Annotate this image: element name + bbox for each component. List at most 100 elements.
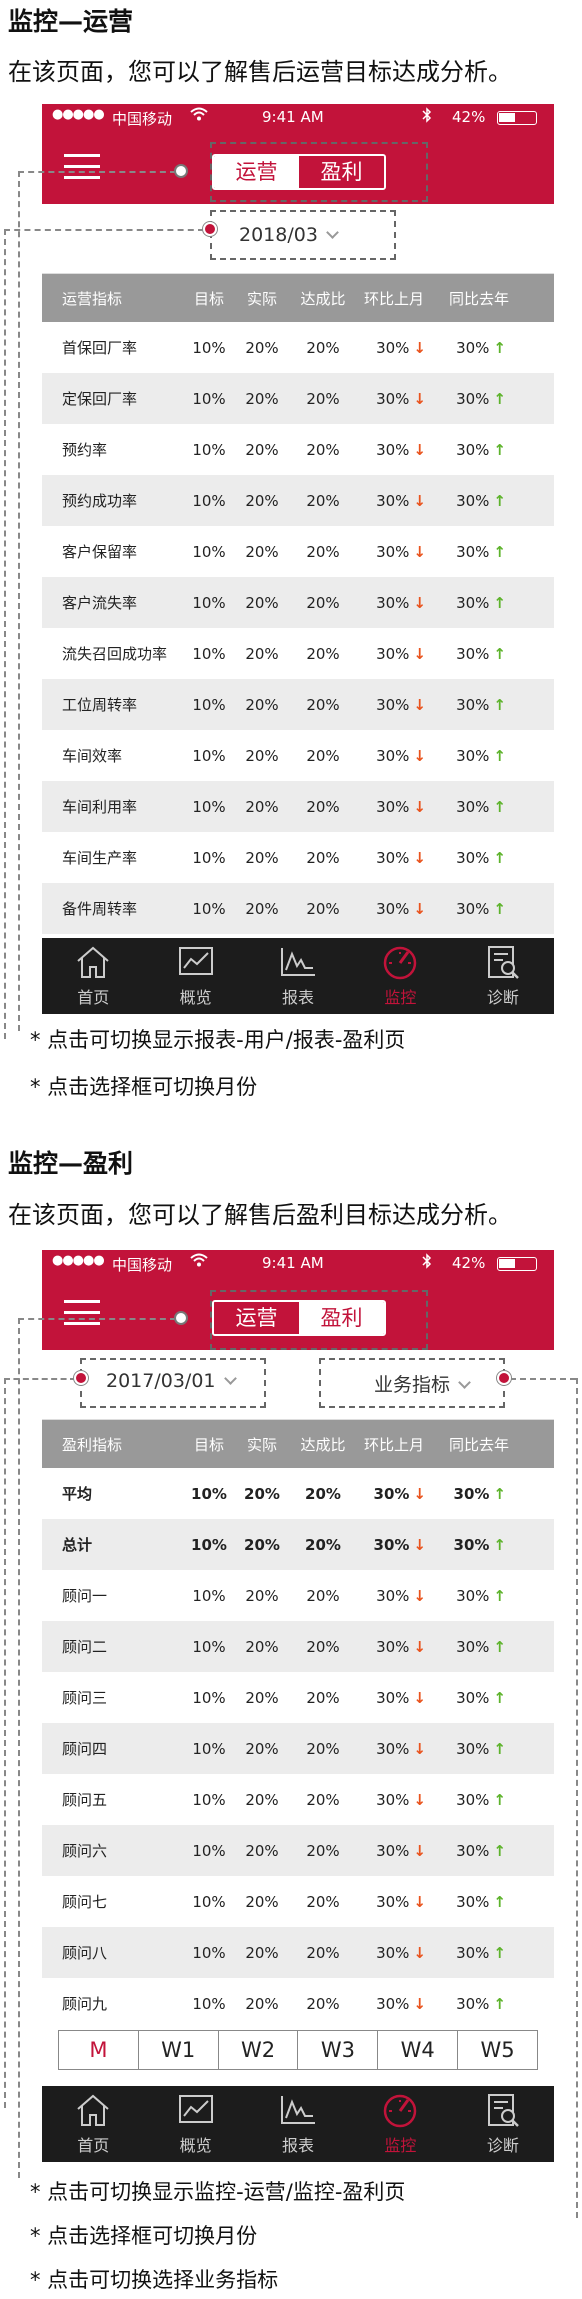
header-cell: 运营指标 [62, 289, 123, 308]
tab-report[interactable]: 报表 [247, 2086, 349, 2162]
yoy-cell: 30% ↑ [430, 1587, 528, 1605]
actual-cell: 20% [245, 695, 279, 714]
tab-chart[interactable]: 概览 [144, 2086, 246, 2162]
ratio-cell: 20% [306, 389, 340, 408]
ratio-cell: 20% [306, 1790, 340, 1809]
row-name: 总计 [62, 1536, 93, 1554]
arrow-up-icon: ↑ [493, 1994, 506, 2013]
tab-diagnosis[interactable]: 诊断 [452, 2086, 554, 2162]
carrier-label: 中国移动 [112, 1256, 173, 1274]
target-cell: 10% [192, 1637, 226, 1656]
mom-value: 30% [376, 1994, 410, 2013]
mom-value: 30% [376, 440, 410, 459]
row-name: 顾问二 [62, 1638, 108, 1656]
week-option[interactable]: W1 [139, 2031, 219, 2069]
callout-box-segment [210, 1290, 428, 1350]
yoy-value: 30% [456, 695, 490, 714]
week-option[interactable]: W2 [219, 2031, 299, 2069]
header-cell: 盈利指标 [62, 1435, 123, 1454]
yoy-value: 30% [456, 1688, 490, 1707]
mom-value: 30% [376, 1586, 410, 1605]
ratio-cell: 20% [306, 491, 340, 510]
table-row: 工位周转率 10% 20% 20% 30% ↓ 30% ↑ [42, 679, 554, 730]
week-option[interactable]: W4 [378, 2031, 459, 2069]
header-cell: 达成比 [300, 289, 346, 308]
tab-label: 概览 [179, 988, 212, 1007]
week-option[interactable]: W3 [298, 2031, 379, 2069]
week-selector: M W1 W2 W3 W4 W5 [58, 2030, 538, 2070]
callout-line [18, 1318, 20, 2178]
note: * 点击选择框可切换月份 [30, 1075, 258, 1099]
arrow-up-icon: ↑ [493, 389, 506, 408]
week-option[interactable]: M [59, 2031, 139, 2069]
yoy-value: 30% [456, 797, 490, 816]
target-cell: 10% [192, 542, 226, 561]
mom-cell: 30% ↓ [358, 1842, 430, 1860]
tab-home[interactable]: 首页 [42, 2086, 144, 2162]
tab-home[interactable]: 首页 [42, 938, 144, 1014]
ratio-cell: 20% [306, 1841, 340, 1860]
yoy-value: 30% [456, 491, 490, 510]
actual-cell: 20% [245, 746, 279, 765]
tab-diagnosis[interactable]: 诊断 [452, 938, 554, 1014]
mom-value: 30% [376, 1688, 410, 1707]
target-cell: 10% [192, 440, 226, 459]
battery-icon [497, 111, 537, 125]
header-cell: 环比上月 [363, 1435, 424, 1454]
row-name: 车间利用率 [62, 798, 138, 816]
menu-icon[interactable] [64, 154, 100, 180]
ratio-cell: 20% [306, 1688, 340, 1707]
header-cell: 目标 [193, 289, 224, 308]
yoy-value: 30% [456, 899, 490, 918]
arrow-down-icon: ↓ [413, 338, 426, 357]
mom-cell: 30% ↓ [358, 1587, 430, 1605]
table-row: 顾问五 10% 20% 20% 30% ↓ 30% ↑ [42, 1774, 554, 1825]
header-cell: 实际 [246, 1435, 277, 1454]
note: * 点击可切换选择业务指标 [30, 2268, 279, 2292]
menu-icon[interactable] [64, 1300, 100, 1326]
yoy-value: 30% [453, 1484, 490, 1503]
callout-marker [74, 1371, 88, 1385]
mom-value: 30% [376, 1943, 410, 1962]
yoy-value: 30% [456, 1739, 490, 1758]
week-option[interactable]: W5 [458, 2031, 537, 2069]
wifi-icon [190, 1253, 208, 1271]
arrow-up-icon: ↑ [493, 1790, 506, 1809]
yoy-cell: 30% ↑ [430, 1842, 528, 1860]
tab-chart[interactable]: 概览 [144, 938, 246, 1014]
actual-cell: 20% [245, 1637, 279, 1656]
callout-marker [497, 1371, 511, 1385]
row-name: 顾问七 [62, 1893, 108, 1911]
header-cell: 环比上月 [363, 289, 424, 308]
target-cell: 10% [192, 848, 226, 867]
table-row: 预约成功率 10% 20% 20% 30% ↓ 30% ↑ [42, 475, 554, 526]
yoy-value: 30% [456, 1994, 490, 2013]
actual-cell: 20% [245, 338, 279, 357]
row-name: 顾问一 [62, 1587, 108, 1605]
row-name: 流失召回成功率 [62, 645, 168, 663]
mom-value: 30% [376, 746, 410, 765]
tab-report[interactable]: 报表 [247, 938, 349, 1014]
tab-gauge[interactable]: 监控 [349, 2086, 451, 2162]
tab-label: 诊断 [486, 2136, 519, 2155]
chart-icon [144, 2092, 246, 2128]
ratio-cell: 20% [306, 338, 340, 357]
mom-cell: 30% ↓ [358, 594, 430, 612]
actual-cell: 20% [245, 1892, 279, 1911]
mom-cell: 30% ↓ [358, 1791, 430, 1809]
table-row: 顾问一 10% 20% 20% 30% ↓ 30% ↑ [42, 1570, 554, 1621]
callout-line [4, 229, 6, 1039]
table-header: 盈利指标 目标 实际 达成比 环比上月 同比去年 [42, 1420, 554, 1468]
row-name: 预约成功率 [62, 492, 138, 510]
tab-gauge[interactable]: 监控 [349, 938, 451, 1014]
data-table: 平均 10% 20% 20% 30% ↓ 30% ↑ 总计 10% 20% 20% 30% ↓ 30% ↑ 顾问… [42, 1468, 554, 2029]
yoy-cell: 30% ↑ [430, 339, 528, 357]
mom-cell: 30% ↓ [358, 1893, 430, 1911]
mom-cell: 30% ↓ [358, 390, 430, 408]
yoy-cell: 30% ↑ [430, 1944, 528, 1962]
mom-value: 30% [376, 695, 410, 714]
yoy-cell: 30% ↑ [430, 1689, 528, 1707]
row-name: 车间生产率 [62, 849, 138, 867]
signal-icon: ●●●●● [52, 107, 105, 122]
tab-label: 首页 [77, 2136, 110, 2155]
